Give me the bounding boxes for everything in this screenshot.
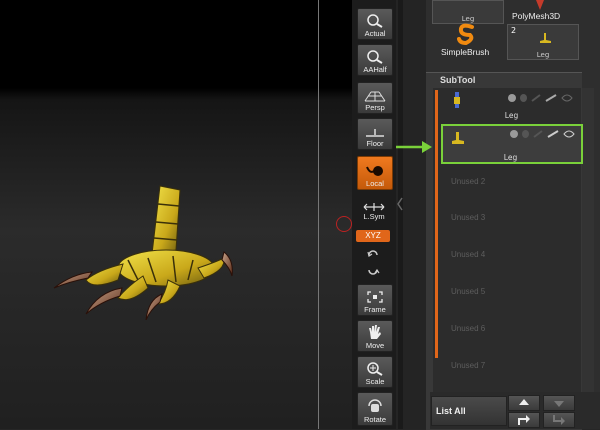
floor-label: Floor <box>366 139 384 148</box>
simplebrush-label: SimpleBrush <box>441 47 490 57</box>
unused-slot[interactable]: Unused 5 <box>451 287 485 296</box>
simplebrush-icon[interactable] <box>456 23 476 45</box>
cursor-circle <box>336 216 352 232</box>
subtool-title[interactable]: SubTool <box>440 75 475 85</box>
canvas-edge-line <box>318 0 319 429</box>
pencil-icon[interactable] <box>545 94 557 102</box>
aahalf-button[interactable]: AAHalf <box>357 44 393 76</box>
arrow-down-icon <box>554 401 564 407</box>
subtool-count-badge: 2 <box>511 26 517 35</box>
move-button[interactable]: Move <box>357 320 393 352</box>
move-down-button[interactable] <box>543 395 575 411</box>
rotate-button[interactable]: Rotate <box>357 392 393 426</box>
unused-slot[interactable]: Unused 3 <box>451 213 485 222</box>
leg-thumb-label: Leg <box>536 51 550 59</box>
pencil-icon[interactable] <box>547 130 559 138</box>
polypaint-icon[interactable] <box>520 94 527 102</box>
hand-icon <box>369 325 381 339</box>
move-up-button[interactable] <box>508 395 540 411</box>
unused-slot[interactable]: Unused 4 <box>451 250 485 259</box>
subtool-item-controls <box>508 94 573 102</box>
brush-icon[interactable] <box>533 130 543 138</box>
claw-model <box>53 185 233 320</box>
leg-mini-icon <box>540 33 551 43</box>
frame-button[interactable]: Frame <box>357 284 393 316</box>
leg-thumb-icon <box>452 132 464 144</box>
visibility-dot-icon[interactable] <box>510 130 518 138</box>
perspective-grid-icon <box>364 91 386 102</box>
turn-arrow-icon <box>553 415 565 425</box>
local-transform-icon <box>366 166 383 176</box>
visibility-dot-icon[interactable] <box>508 94 516 102</box>
leg-tool-label: Leg <box>461 15 475 23</box>
polymesh-star-icon[interactable] <box>530 0 550 10</box>
unused-slot[interactable]: Unused 6 <box>451 324 485 333</box>
eye-icon[interactable] <box>563 130 575 138</box>
move-label: Move <box>365 341 385 350</box>
subtool-scroll-indicator[interactable] <box>435 90 438 358</box>
local-button[interactable]: Local <box>357 156 393 190</box>
persp-label: Persp <box>365 103 385 112</box>
scale-magnifier-icon <box>367 362 383 376</box>
lsym-button[interactable]: L.Sym <box>357 196 391 222</box>
right-shelf: Actual AAHalf Persp Floor Local L.Sym XY… <box>352 0 396 429</box>
frame-icon <box>367 291 383 303</box>
subtool-item-selected[interactable]: Leg <box>441 124 583 164</box>
arrow-up-icon <box>519 399 529 405</box>
subtool-item-name: Leg <box>504 111 519 120</box>
polymesh3d-label: PolyMesh3D <box>512 11 561 21</box>
subtool-scrollbar[interactable] <box>582 88 594 393</box>
leg-subtool-thumbnail[interactable]: 2 Leg <box>507 24 579 60</box>
frame-label: Frame <box>364 305 386 314</box>
rotate-z-icon <box>368 268 380 275</box>
actual-label: Actual <box>364 29 386 38</box>
pointer-arrow-icon <box>396 141 432 153</box>
xyz-button[interactable]: XYZ <box>356 230 390 242</box>
scale-button[interactable]: Scale <box>357 356 393 388</box>
rotate-y-icon <box>367 250 378 257</box>
local-label: Local <box>366 179 384 188</box>
unused-slot[interactable]: Unused 7 <box>451 361 485 370</box>
subtool-item-name: Leg <box>503 153 518 162</box>
subtool-item-controls <box>510 130 575 138</box>
insert-button[interactable] <box>543 412 575 428</box>
lsym-label: L.Sym <box>363 212 385 221</box>
magnifier-icon <box>367 14 383 28</box>
append-button[interactable] <box>508 412 540 428</box>
rotate-icon <box>368 399 382 412</box>
scale-label: Scale <box>365 377 385 386</box>
eye-icon[interactable] <box>561 94 573 102</box>
persp-button[interactable]: Persp <box>357 82 393 114</box>
magnifier-icon <box>367 50 383 64</box>
symmetry-arrows-icon <box>363 203 385 211</box>
unused-slot[interactable]: Unused 2 <box>451 177 485 186</box>
leg-tool-thumbnail[interactable]: Leg <box>432 0 504 24</box>
tray-handle[interactable] <box>398 0 403 429</box>
collapse-arrow-icon[interactable] <box>397 196 403 212</box>
floor-icon <box>366 129 384 137</box>
3d-viewport[interactable] <box>0 0 352 429</box>
polypaint-icon[interactable] <box>522 130 529 138</box>
list-all-button[interactable]: List All <box>431 396 507 426</box>
aahalf-label: AAHalf <box>363 65 387 74</box>
subtool-item[interactable]: Leg <box>444 90 579 120</box>
turn-arrow-icon <box>518 415 530 425</box>
figure-thumb-icon <box>454 92 460 108</box>
floor-button[interactable]: Floor <box>357 118 393 150</box>
rotate-label: Rotate <box>363 415 387 424</box>
actual-button[interactable]: Actual <box>357 8 393 40</box>
brush-icon[interactable] <box>531 94 541 102</box>
